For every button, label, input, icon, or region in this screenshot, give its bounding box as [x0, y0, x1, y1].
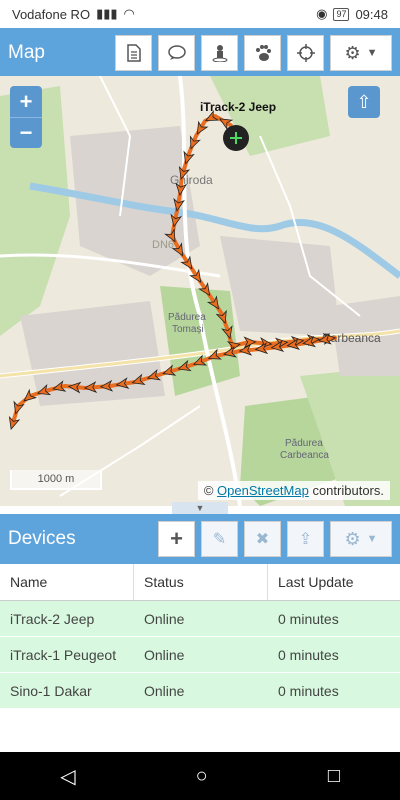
- caret-down-icon: ▼: [195, 503, 205, 513]
- battery-indicator: 97: [333, 7, 350, 21]
- device-last-update: 0 minutes: [278, 610, 339, 627]
- device-map-label: iTrack-2 Jeep: [200, 100, 276, 114]
- locate-button[interactable]: [287, 35, 324, 71]
- map-view[interactable]: Ghiroda Carbeanca Pădurea Tomași Pădurea…: [0, 76, 400, 506]
- person-pin-icon: [212, 45, 227, 62]
- map-attribution: © OpenStreetMap contributors.: [197, 481, 390, 500]
- add-device-button[interactable]: +: [158, 521, 195, 557]
- place-label: Pădurea: [168, 312, 206, 323]
- users-button[interactable]: [201, 35, 238, 71]
- devices-table: Name Status Last Update iTrack-2 Jeep On…: [0, 564, 400, 709]
- place-label: Pădurea: [285, 438, 323, 449]
- map-canvas: Ghiroda Carbeanca Pădurea Tomași Pădurea…: [0, 76, 400, 506]
- send-command-button[interactable]: ⇪: [287, 521, 324, 557]
- table-header: Name Status Last Update: [0, 564, 400, 601]
- settings-menu-button[interactable]: ⚙ ▼: [330, 35, 392, 71]
- panel-resize-handle[interactable]: ▼: [172, 502, 228, 514]
- reports-button[interactable]: [115, 35, 152, 71]
- recents-icon[interactable]: □: [328, 765, 340, 788]
- svg-text:Tomași: Tomași: [172, 324, 204, 335]
- home-icon[interactable]: ○: [196, 765, 208, 788]
- device-status: Online: [144, 610, 185, 627]
- column-header-name[interactable]: Name: [0, 564, 134, 600]
- wifi-icon: ◠: [123, 6, 135, 21]
- device-menu-button[interactable]: ⚙ ▼: [330, 521, 392, 557]
- crosshair-icon: [296, 44, 315, 62]
- road-label: DN6: [152, 239, 174, 251]
- gear-icon: ⚙: [344, 42, 361, 63]
- device-name: iTrack-2 Jeep: [10, 610, 95, 627]
- edit-device-button[interactable]: ✎: [201, 521, 238, 557]
- plus-icon: +: [170, 526, 183, 551]
- caret-down-icon: ▼: [366, 47, 378, 59]
- remove-device-button[interactable]: ✖: [244, 521, 281, 557]
- report-icon: [126, 44, 141, 62]
- devices-title: Devices: [8, 528, 76, 549]
- table-row[interactable]: iTrack-2 Jeep Online 0 minutes: [0, 601, 400, 637]
- gear-icon: ⚙: [344, 528, 361, 549]
- signal-icon: ▮▮▮: [96, 6, 118, 21]
- device-name: iTrack-1 Peugeot: [10, 646, 117, 663]
- chat-icon: [167, 45, 186, 60]
- geofences-button[interactable]: [244, 35, 281, 71]
- back-icon[interactable]: ◁: [60, 764, 75, 789]
- osm-link[interactable]: OpenStreetMap: [217, 483, 309, 498]
- device-last-update: 0 minutes: [278, 646, 339, 663]
- commands-button[interactable]: [158, 35, 195, 71]
- eye-icon: ◉: [316, 6, 328, 21]
- table-row[interactable]: Sino-1 Dakar Online 0 minutes: [0, 673, 400, 709]
- svg-text:Carbeanca: Carbeanca: [280, 450, 329, 461]
- device-last-update: 0 minutes: [278, 682, 339, 699]
- column-header-last-update[interactable]: Last Update: [268, 564, 400, 600]
- carrier-name: Vodafone RO: [12, 6, 91, 22]
- scale-bar: 1000 m: [10, 470, 102, 490]
- zoom-out-button[interactable]: −: [10, 117, 42, 148]
- table-row[interactable]: iTrack-1 Peugeot Online 0 minutes: [0, 637, 400, 673]
- device-status: Online: [144, 646, 185, 663]
- pencil-icon: ✎: [212, 531, 227, 548]
- zoom-control: + −: [10, 86, 42, 148]
- devices-header: Devices + ✎ ✖ ⇪ ⚙ ▼: [0, 514, 400, 564]
- zoom-in-button[interactable]: +: [10, 86, 42, 117]
- map-title: Map: [8, 42, 45, 63]
- device-name: Sino-1 Dakar: [10, 682, 92, 699]
- caret-down-icon: ▼: [366, 533, 378, 545]
- clock: 09:48: [355, 6, 388, 22]
- north-arrow-icon: ⇧: [356, 91, 372, 112]
- close-icon: ✖: [255, 531, 270, 548]
- map-header: Map ⚙ ▼: [0, 28, 400, 78]
- paw-icon: [255, 45, 271, 61]
- status-bar: Vodafone RO ▮▮▮ ◠ ◉ 97 09:48: [0, 0, 400, 28]
- rotate-north-button[interactable]: ⇧: [348, 86, 380, 118]
- device-status: Online: [144, 682, 185, 699]
- upload-icon: ⇪: [298, 531, 313, 548]
- android-nav-bar: ◁ ○ □: [0, 752, 400, 800]
- column-header-status[interactable]: Status: [134, 564, 268, 600]
